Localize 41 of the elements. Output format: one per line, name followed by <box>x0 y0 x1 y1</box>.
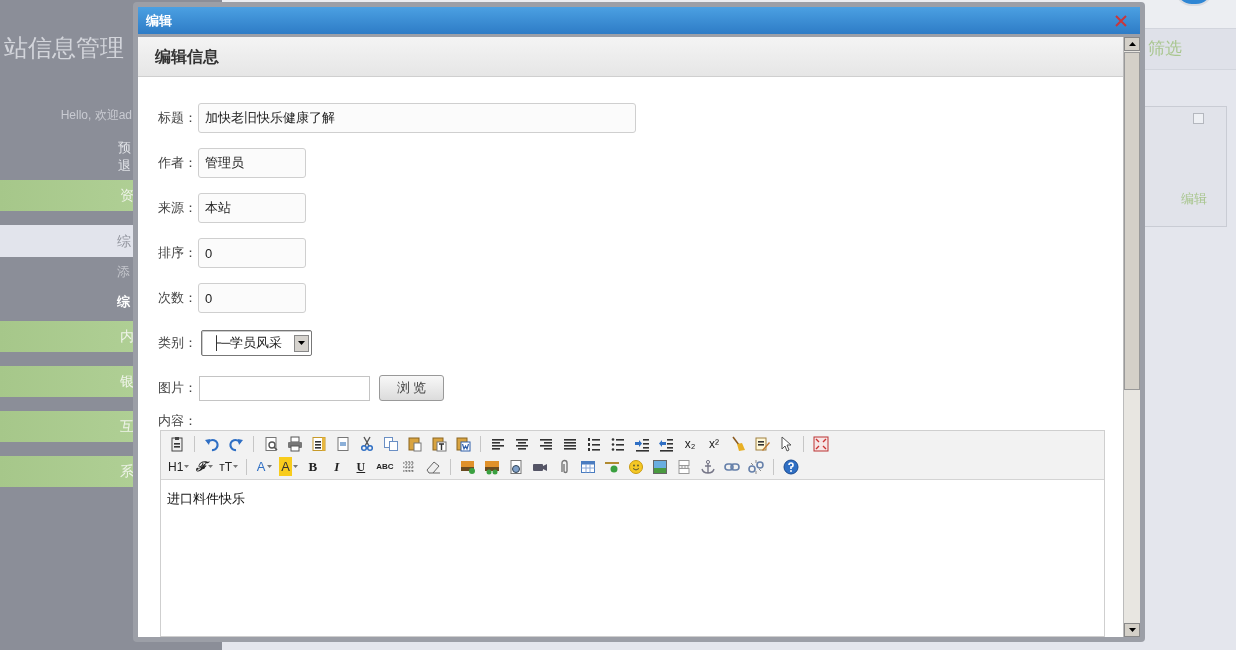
checkbox[interactable] <box>1193 113 1204 124</box>
input-field[interactable]: 0 <box>198 283 306 313</box>
toolbar-button[interactable]: A <box>254 456 275 477</box>
editor-content: 进口料件快乐 <box>167 491 245 506</box>
caret-icon[interactable] <box>292 465 298 468</box>
help-icon[interactable] <box>780 456 801 477</box>
up-arrow-icon[interactable] <box>1128 42 1136 46</box>
dialog-heading: 编辑信息 <box>155 46 219 67</box>
toolbar-button[interactable]: ABC <box>374 456 395 477</box>
field-label: 次数： <box>158 289 198 308</box>
toolbar-button[interactable]: U <box>350 456 371 477</box>
scroll-down-button[interactable] <box>1124 623 1140 637</box>
caret-icon[interactable] <box>233 465 239 468</box>
toolbar-button[interactable]: B <box>302 456 323 477</box>
down-arrow-icon[interactable] <box>1128 628 1136 632</box>
input-field[interactable]: 加快老旧快乐健康了解 <box>198 103 636 133</box>
toolbar-button[interactable]: H1 <box>167 456 191 477</box>
input-field[interactable]: 管理员 <box>198 148 306 178</box>
field-label: 类别： <box>158 334 198 353</box>
input-field[interactable]: 0 <box>198 238 306 268</box>
file-path-field[interactable] <box>199 375 370 401</box>
input-field[interactable]: 本站 <box>198 193 306 223</box>
field-label: 图片： <box>158 379 198 398</box>
toolbar-button[interactable]: I <box>326 456 347 477</box>
toolbar-button[interactable]: x₂ <box>680 433 700 454</box>
browse-button[interactable]: 浏 览 <box>379 375 444 401</box>
site-title: 站信息管理 <box>4 33 124 63</box>
field-label: 内容： <box>158 413 198 429</box>
toolbar-button[interactable]: ℱ <box>194 456 215 477</box>
caret-icon[interactable] <box>184 465 190 468</box>
toolbar-button[interactable]: x² <box>704 433 724 454</box>
print-icon[interactable] <box>285 433 305 454</box>
scroll-thumb[interactable] <box>1124 52 1140 390</box>
dropdown[interactable]: ├─学员风采 <box>201 330 312 356</box>
field-label: 标题： <box>158 109 198 128</box>
scroll-up-button[interactable] <box>1124 37 1140 51</box>
scrollbar[interactable] <box>1123 37 1140 637</box>
field-label: 作者： <box>158 154 198 173</box>
fullscreen-icon[interactable] <box>811 433 831 454</box>
caret-icon[interactable] <box>266 465 272 468</box>
dialog-title: 编辑 <box>146 11 172 30</box>
